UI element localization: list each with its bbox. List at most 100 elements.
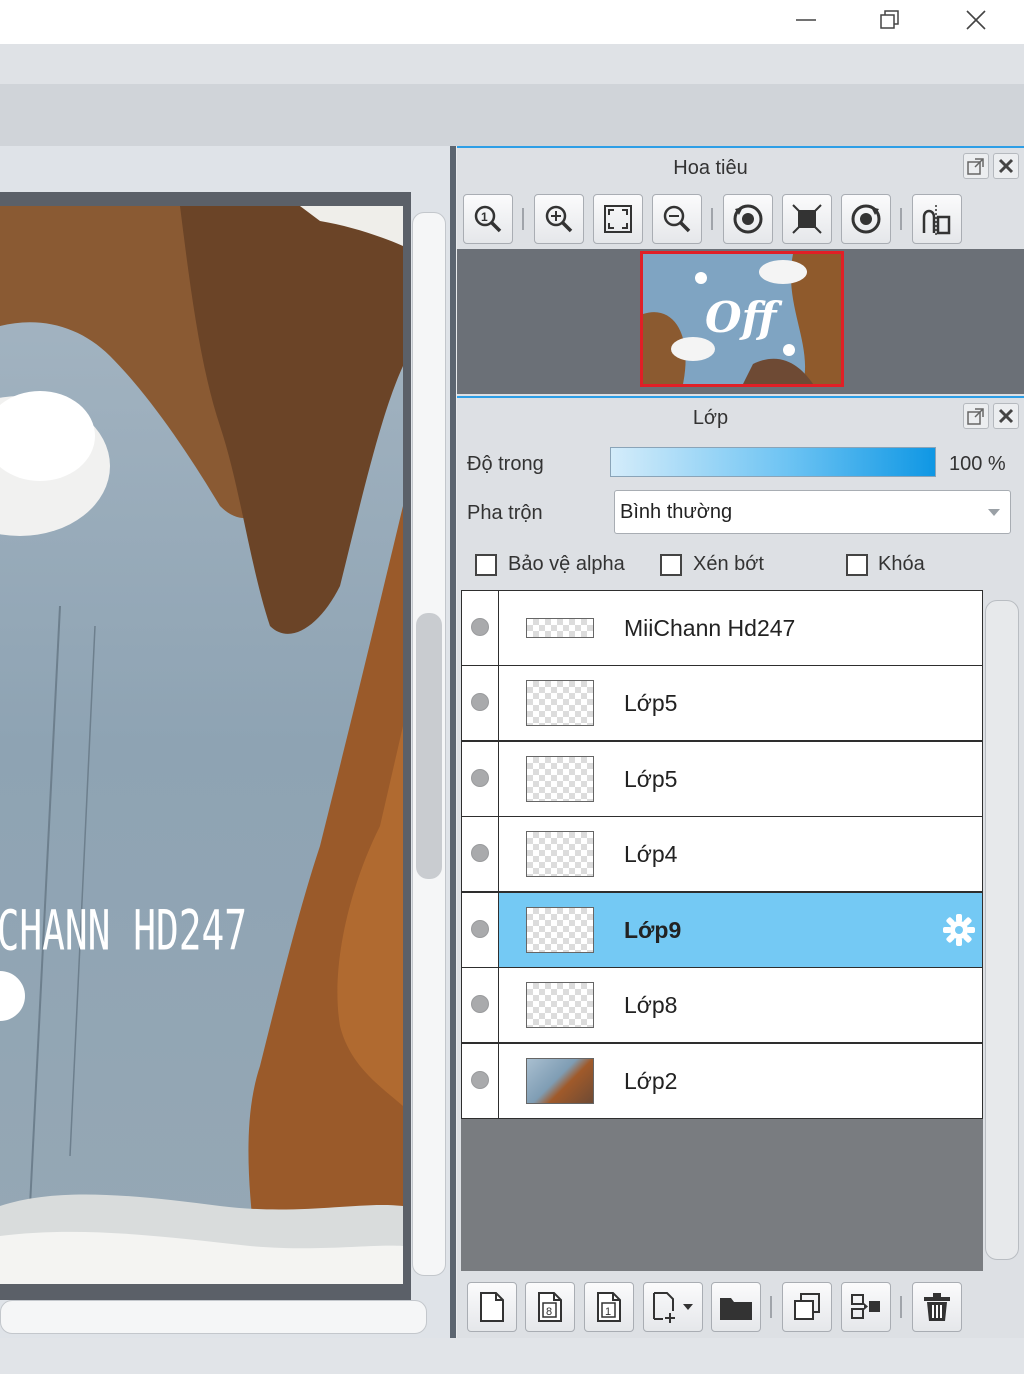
new-8bit-layer-icon: 8: [538, 1292, 562, 1322]
layer-thumbnail: [526, 618, 594, 638]
layers-close-button[interactable]: [993, 403, 1019, 429]
zoom-100-icon: 1: [474, 205, 502, 233]
status-band: [0, 1338, 1024, 1374]
visibility-toggle[interactable]: [471, 844, 489, 862]
gear-icon[interactable]: [942, 913, 976, 947]
flip-button[interactable]: [912, 194, 962, 244]
navigator-thumbnail[interactable]: Off: [640, 251, 844, 387]
layer-name: Lớp5: [624, 690, 678, 716]
toolbar-separator: [900, 208, 902, 230]
toolbar-separator: [900, 1296, 902, 1318]
clipping-label: Xén bớt: [693, 553, 764, 575]
layer-row[interactable]: Lớp8: [461, 967, 983, 1043]
minimize-button[interactable]: [776, 0, 836, 40]
fit-frame-icon: [792, 204, 822, 234]
flip-icon: [922, 205, 951, 235]
canvas-vertical-scroll-thumb[interactable]: [416, 613, 442, 879]
visibility-toggle[interactable]: [471, 618, 489, 636]
blend-mode-select[interactable]: Bình thường: [614, 490, 1011, 534]
rotate-right-button[interactable]: [841, 194, 891, 244]
navigator-panel: Hoa tiêu 1 Off: [457, 146, 1024, 396]
layers-bottom-toolbar: 8 1: [457, 1276, 1024, 1338]
title-bar: [0, 0, 1024, 44]
zoom-100-button[interactable]: 1: [463, 194, 513, 244]
visibility-toggle[interactable]: [471, 995, 489, 1013]
layers-scrollbar[interactable]: [985, 600, 1019, 1260]
blend-mode-value: Bình thường: [620, 501, 733, 523]
layer-name: Lớp8: [624, 992, 678, 1018]
protect-alpha-checkbox[interactable]: [475, 554, 497, 576]
new-folder-button[interactable]: [711, 1282, 761, 1332]
menu-band: [0, 44, 1024, 84]
navigator-detach-button[interactable]: [963, 153, 989, 179]
svg-text:8: 8: [546, 1306, 552, 1318]
opacity-label: Độ trong: [467, 453, 544, 475]
panel-divider[interactable]: [450, 146, 456, 1338]
fit-screen-button[interactable]: [593, 194, 643, 244]
layers-detach-button[interactable]: [963, 403, 989, 429]
delete-layer-button[interactable]: [912, 1282, 962, 1332]
close-icon: [966, 10, 986, 30]
lock-checkbox[interactable]: [846, 554, 868, 576]
layer-row[interactable]: Lớp2: [461, 1043, 983, 1119]
layer-row[interactable]: Lớp5: [461, 665, 983, 741]
rotate-left-button[interactable]: [723, 194, 773, 244]
detach-icon: [967, 408, 984, 425]
layer-thumbnail: [526, 680, 594, 726]
visibility-toggle[interactable]: [471, 769, 489, 787]
opacity-slider[interactable]: [610, 447, 936, 477]
zoom-out-icon: [663, 205, 691, 233]
layer-name: Lớp2: [624, 1068, 678, 1094]
duplicate-layer-button[interactable]: [782, 1282, 832, 1332]
minimize-icon: [796, 19, 816, 21]
artwork-canvas[interactable]: CHANN HD247: [0, 206, 403, 1284]
add-layer-menu-icon: [653, 1292, 693, 1323]
restore-button[interactable]: [860, 0, 920, 40]
navigator-close-button[interactable]: [993, 153, 1019, 179]
toolbar-separator: [711, 208, 713, 230]
new-1bit-layer-icon: 1: [597, 1292, 621, 1322]
fit-screen-icon: [604, 205, 632, 233]
layer-thumbnail: [526, 982, 594, 1028]
protect-alpha-label: Bảo vệ alpha: [508, 553, 625, 575]
zoom-in-button[interactable]: [534, 194, 584, 244]
visibility-toggle[interactable]: [471, 693, 489, 711]
add-layer-menu-button[interactable]: [643, 1282, 703, 1332]
visibility-toggle[interactable]: [471, 1071, 489, 1089]
artwork-caption: CHANN HD247: [0, 900, 247, 964]
fit-frame-button[interactable]: [782, 194, 832, 244]
layers-title: Lớp: [692, 407, 729, 429]
visibility-toggle[interactable]: [471, 920, 489, 938]
close-icon: [998, 408, 1014, 424]
layer-row-selected[interactable]: Lớp9: [461, 892, 983, 968]
merge-down-button[interactable]: [841, 1282, 891, 1332]
layer-row[interactable]: MiiChann Hd247: [461, 590, 983, 666]
chevron-down-icon: [988, 509, 1000, 516]
clipping-checkbox[interactable]: [660, 554, 682, 576]
canvas-vertical-scrollbar[interactable]: [412, 212, 446, 1276]
layer-row[interactable]: Lớp5: [461, 741, 983, 817]
restore-icon: [880, 10, 899, 29]
layer-thumbnail: [526, 756, 594, 802]
layer-row[interactable]: Lớp4: [461, 816, 983, 892]
rotate-left-icon: [733, 204, 763, 234]
zoom-out-button[interactable]: [652, 194, 702, 244]
lock-label: Khóa: [878, 553, 925, 575]
close-window-button[interactable]: [946, 0, 1006, 40]
layer-thumbnail: [526, 831, 594, 877]
new-1bit-layer-button[interactable]: 1: [584, 1282, 634, 1332]
new-layer-button[interactable]: [467, 1282, 517, 1332]
thumbnail-title: Off: [705, 293, 783, 342]
layer-name: Lớp9: [624, 917, 682, 943]
layer-name: Lớp5: [624, 766, 678, 792]
navigator-preview-area[interactable]: Off: [457, 249, 1024, 394]
layer-thumbnail: [526, 907, 594, 953]
navigator-title: Hoa tiêu: [673, 157, 748, 179]
toolbar-band: [0, 84, 1024, 146]
toolbar-separator: [522, 208, 524, 230]
layer-list: MiiChann Hd247 Lớp5 Lớp5 Lớp4 Lớp9 Lớp8 …: [461, 590, 983, 1271]
zoom-in-icon: [545, 205, 573, 233]
canvas-horizontal-scrollbar[interactable]: [0, 1300, 427, 1334]
new-8bit-layer-button[interactable]: 8: [525, 1282, 575, 1332]
layers-panel: Lớp Độ trong 100 % Pha trộn Bình thường …: [457, 396, 1024, 1340]
